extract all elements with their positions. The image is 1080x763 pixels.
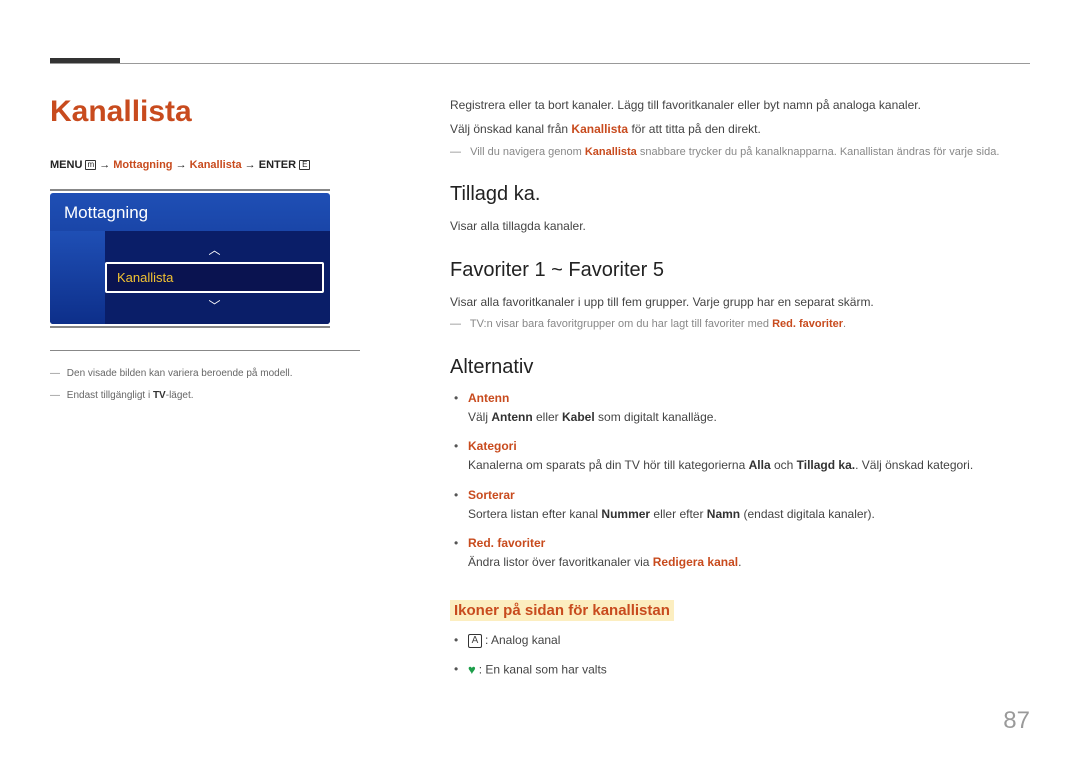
analog-letter: A xyxy=(472,633,479,649)
footnote-2-bold: TV xyxy=(153,390,166,401)
menu-icon: m xyxy=(85,160,96,170)
option-kategori-b2: Tillagd ka. xyxy=(797,458,855,472)
chevron-up-icon[interactable]: ︿ xyxy=(208,237,220,262)
tv-panel-sidebar xyxy=(50,231,105,324)
icon-item-selected: ♥: En kanal som har valts xyxy=(468,660,1030,681)
intro-2-hl: Kanallista xyxy=(571,122,628,136)
option-antenn-pre: Välj xyxy=(468,410,491,424)
note-dash-icon: ― xyxy=(450,318,461,330)
tv-panel-body: ︿ Kanallista ﹀ xyxy=(50,231,330,324)
page-number: 87 xyxy=(1003,707,1030,735)
breadcrumb-seg1: Mottagning xyxy=(113,159,172,171)
option-redfav-b1: Redigera kanal xyxy=(653,555,738,569)
note-2-hl: Red. favoriter xyxy=(772,318,843,330)
footnote-dash-icon: ― xyxy=(50,368,60,379)
option-kategori-b1: Alla xyxy=(749,458,771,472)
tv-panel-list: ︿ Kanallista ﹀ xyxy=(105,231,330,324)
option-redfav-post: . xyxy=(738,555,741,569)
note-dash-icon: ― xyxy=(450,146,461,158)
option-sorterar-pre: Sortera listan efter kanal xyxy=(468,507,601,521)
option-kategori-term: Kategori xyxy=(468,439,517,453)
footnote-2: ― Endast tillgängligt i TV-läget. xyxy=(50,385,360,407)
heading-alternativ: Alternativ xyxy=(450,356,1030,379)
intro-1: Registrera eller ta bort kanaler. Lägg t… xyxy=(450,95,1030,115)
heading-favoriter: Favoriter 1 ~ Favoriter 5 xyxy=(450,259,1030,282)
options-list: Antenn Välj Antenn eller Kabel som digit… xyxy=(450,389,1030,573)
breadcrumb-arrow3: → xyxy=(245,159,259,171)
option-kategori: Kategori Kanalerna om sparats på din TV … xyxy=(468,437,1030,475)
note-2: ― TV:n visar bara favoritgrupper om du h… xyxy=(450,316,1030,334)
breadcrumb-arrow2: → xyxy=(176,159,190,171)
right-column: Registrera eller ta bort kanaler. Lägg t… xyxy=(450,95,1030,691)
note-1-pre: Vill du navigera genom xyxy=(470,146,585,158)
option-sorterar-term: Sorterar xyxy=(468,488,515,502)
option-sorterar: Sorterar Sortera listan efter kanal Numm… xyxy=(468,486,1030,524)
note-1-post: snabbare trycker du på kanalknapparna. K… xyxy=(637,146,1000,158)
intro-2-post: för att titta på den direkt. xyxy=(628,122,761,136)
footnote-2-pre: Endast tillgängligt i xyxy=(67,390,153,401)
breadcrumb-menu: MENU xyxy=(50,159,82,171)
footnote-dash-icon: ― xyxy=(50,390,60,401)
note-1-hl: Kanallista xyxy=(585,146,637,158)
chevron-down-icon[interactable]: ﹀ xyxy=(208,293,220,318)
heading-tillagd: Tillagd ka. xyxy=(450,183,1030,206)
intro-2-pre: Välj önskad kanal från xyxy=(450,122,571,136)
option-sorterar-post: (endast digitala kanaler). xyxy=(740,507,875,521)
option-sorterar-mid: eller efter xyxy=(650,507,707,521)
option-antenn: Antenn Välj Antenn eller Kabel som digit… xyxy=(468,389,1030,427)
heading-ikoner: Ikoner på sidan för kanallistan xyxy=(450,600,674,621)
left-column: Kanallista MENU m → Mottagning → Kanalli… xyxy=(50,95,360,691)
breadcrumb-enter: ENTER xyxy=(259,159,296,171)
tv-panel-item-selected[interactable]: Kanallista xyxy=(105,262,324,293)
page-title: Kanallista xyxy=(50,95,360,129)
option-redfav: Red. favoriter Ändra listor över favorit… xyxy=(468,534,1030,572)
breadcrumb-arrow1: → xyxy=(99,159,113,171)
option-sorterar-b2: Namn xyxy=(707,507,740,521)
option-antenn-b2: Kabel xyxy=(562,410,595,424)
breadcrumb: MENU m → Mottagning → Kanallista → ENTER… xyxy=(50,159,360,171)
option-kategori-post: . Välj önskad kategori. xyxy=(855,458,973,472)
footnote-1-text: Den visade bilden kan variera beroende p… xyxy=(67,368,293,379)
icons-list: A : Analog kanal ♥: En kanal som har valt… xyxy=(450,631,1030,681)
note-2-post: . xyxy=(843,318,846,330)
enter-icon: E xyxy=(299,160,310,170)
icon-item-analog: A : Analog kanal xyxy=(468,631,1030,650)
option-antenn-term: Antenn xyxy=(468,391,509,405)
intro-2: Välj önskad kanal från Kanallista för at… xyxy=(450,119,1030,139)
note-1: ― Vill du navigera genom Kanallista snab… xyxy=(450,144,1030,162)
header-rule xyxy=(50,63,1030,64)
option-redfav-term: Red. favoriter xyxy=(468,536,545,550)
para-favoriter: Visar alla favoritkanaler i upp till fem… xyxy=(450,292,1030,312)
page-content: Kanallista MENU m → Mottagning → Kanalli… xyxy=(0,0,1080,691)
option-kategori-mid: och xyxy=(771,458,797,472)
option-antenn-mid: eller xyxy=(533,410,562,424)
para-tillagd: Visar alla tillagda kanaler. xyxy=(450,216,1030,236)
tv-panel-header: Mottagning xyxy=(50,193,330,231)
footnotes: ― Den visade bilden kan variera beroende… xyxy=(50,350,360,407)
breadcrumb-seg2: Kanallista xyxy=(190,159,242,171)
analog-box-icon: A xyxy=(468,634,482,648)
tv-panel-inner: Mottagning ︿ Kanallista ﹀ xyxy=(50,193,330,324)
note-2-pre: TV:n visar bara favoritgrupper om du har… xyxy=(470,318,772,330)
icon-item-selected-text: : En kanal som har valts xyxy=(479,663,607,677)
icon-item-analog-text: : Analog kanal xyxy=(485,633,560,647)
option-sorterar-b1: Nummer xyxy=(601,507,650,521)
option-antenn-b1: Antenn xyxy=(491,410,532,424)
option-antenn-post: som digitalt kanalläge. xyxy=(595,410,717,424)
heart-icon: ♥ xyxy=(468,662,476,677)
footnote-1: ― Den visade bilden kan variera beroende… xyxy=(50,363,360,385)
option-kategori-pre: Kanalerna om sparats på din TV hör till … xyxy=(468,458,749,472)
footnote-2-post: -läget. xyxy=(166,390,194,401)
option-redfav-pre: Ändra listor över favoritkanaler via xyxy=(468,555,653,569)
tv-panel: Mottagning ︿ Kanallista ﹀ xyxy=(50,189,330,328)
